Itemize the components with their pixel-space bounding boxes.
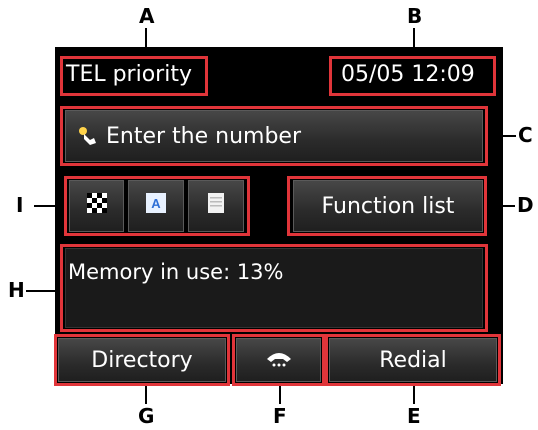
highlight-i — [64, 176, 250, 236]
callout-h: H — [8, 278, 25, 302]
callout-line-a — [145, 28, 147, 56]
highlight-h — [60, 244, 488, 332]
highlight-a — [60, 56, 208, 96]
highlight-b — [329, 56, 496, 96]
callout-e: E — [407, 404, 421, 428]
highlight-f — [232, 334, 325, 386]
callout-c: C — [518, 123, 533, 147]
callout-i: I — [16, 193, 24, 217]
highlight-e — [325, 334, 501, 386]
callout-line-e — [413, 386, 415, 404]
callout-line-f — [279, 386, 281, 404]
callout-line-h — [26, 290, 60, 292]
callout-d: D — [517, 193, 534, 217]
callout-line-g — [145, 386, 147, 404]
highlight-g — [54, 334, 230, 386]
callout-b: B — [407, 4, 423, 28]
callout-g: G — [138, 404, 155, 428]
callout-line-i — [34, 205, 64, 207]
highlight-c — [60, 106, 488, 166]
callout-a: A — [139, 4, 155, 28]
callout-line-d — [487, 205, 515, 207]
callout-f: F — [273, 404, 287, 428]
callout-line-c — [488, 135, 516, 137]
highlight-d — [287, 176, 487, 236]
callout-line-b — [413, 28, 415, 56]
